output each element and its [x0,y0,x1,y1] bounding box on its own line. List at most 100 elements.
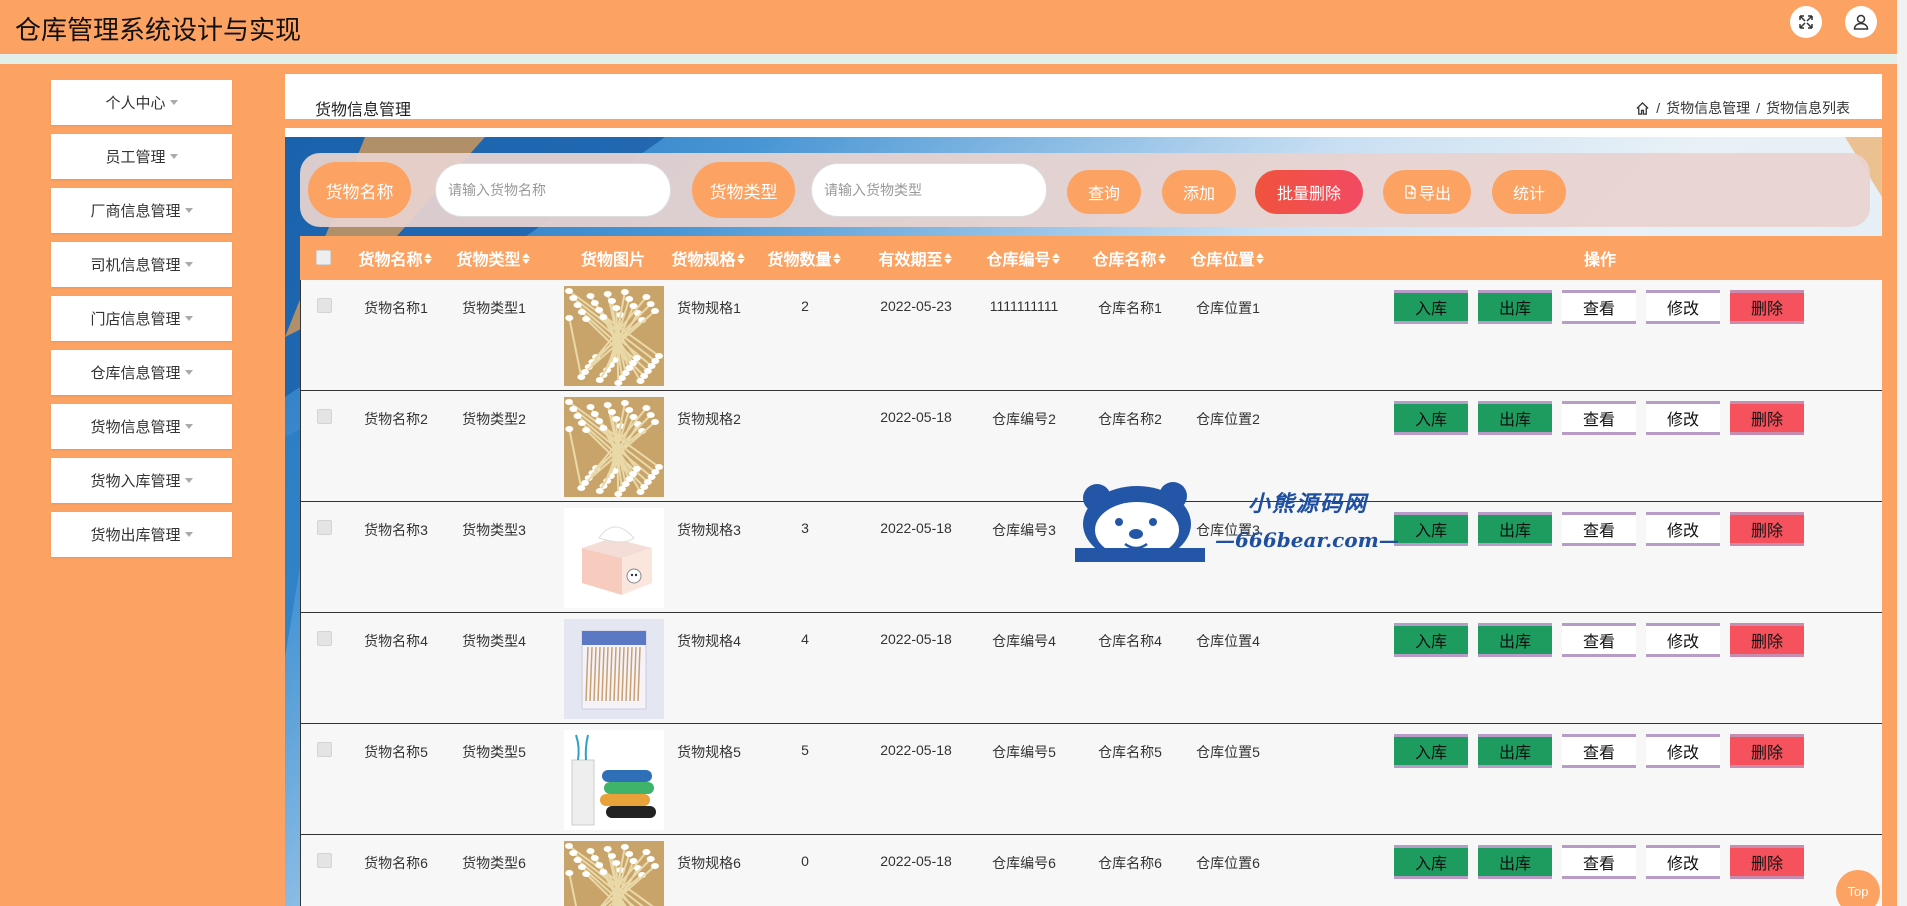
stock-in-button[interactable]: 入库 [1394,734,1468,768]
sidebar-item[interactable]: 门店信息管理 [51,296,232,341]
column-header-expiry[interactable]: 有效期至 [865,236,965,280]
cell-wh-no: 仓库编号4 [992,633,1056,649]
column-header-name[interactable]: 货物名称 [350,236,440,280]
breadcrumb-item[interactable]: 货物信息管理 [1666,98,1750,118]
export-button[interactable]: 导出 [1383,170,1471,214]
breadcrumb-separator: / [1656,100,1661,116]
row-checkbox[interactable] [317,520,332,535]
cell-expiry: 2022-05-18 [880,853,952,869]
caret-down-icon [169,100,178,105]
view-button[interactable]: 查看 [1562,290,1636,324]
fullscreen-button[interactable] [1790,6,1822,38]
sidebar-item[interactable]: 员工管理 [51,134,232,179]
back-to-top-button[interactable]: Top [1836,870,1880,906]
stock-out-button[interactable]: 出库 [1478,845,1552,879]
row-checkbox[interactable] [317,298,332,313]
user-button[interactable] [1845,6,1877,38]
edit-button[interactable]: 修改 [1646,512,1720,546]
delete-button[interactable]: 删除 [1730,734,1804,768]
sort-icon[interactable] [832,252,841,264]
goods-image[interactable] [564,841,664,906]
cell-spec: 货物规格3 [677,522,741,538]
column-header-spec[interactable]: 货物规格 [658,236,758,280]
sort-icon[interactable] [1255,252,1264,264]
sidebar-item[interactable]: 货物信息管理 [51,404,232,449]
stock-in-button[interactable]: 入库 [1394,845,1468,879]
stock-out-button[interactable]: 出库 [1478,401,1552,435]
edit-button[interactable]: 修改 [1646,734,1720,768]
goods-type-input[interactable] [811,163,1047,217]
column-header-warehouse-no[interactable]: 仓库编号 [973,236,1073,280]
row-checkbox[interactable] [317,409,332,424]
delete-button[interactable]: 删除 [1730,512,1804,546]
edit-button[interactable]: 修改 [1646,623,1720,657]
column-header-warehouse-name[interactable]: 仓库名称 [1080,236,1178,280]
select-all-checkbox[interactable] [316,250,331,265]
cell-type: 货物类型1 [462,300,526,316]
goods-image[interactable] [564,508,664,608]
sort-icon[interactable] [1051,252,1060,264]
column-header-type[interactable]: 货物类型 [448,236,538,280]
caret-down-icon [169,154,178,159]
column-header-qty[interactable]: 货物数量 [755,236,853,280]
goods-image[interactable] [564,286,664,386]
goods-name-input[interactable] [435,163,671,217]
stock-in-button[interactable]: 入库 [1394,512,1468,546]
view-button[interactable]: 查看 [1562,401,1636,435]
stock-out-button[interactable]: 出库 [1478,512,1552,546]
query-button[interactable]: 查询 [1067,170,1141,214]
breadcrumb: / 货物信息管理 / 货物信息列表 [1635,98,1850,118]
row-checkbox[interactable] [317,853,332,868]
edit-button[interactable]: 修改 [1646,845,1720,879]
column-header-warehouse-location[interactable]: 仓库位置 [1178,236,1276,280]
sidebar-item[interactable]: 货物出库管理 [51,512,232,557]
delete-button[interactable]: 删除 [1730,401,1804,435]
table-row: 货物名称4 货物类型4 货物规格4 4 2022-05-18 仓库编号4 仓库名称4 仓库位置… [300,613,1882,724]
delete-button[interactable]: 删除 [1730,290,1804,324]
goods-image[interactable] [564,397,664,497]
sort-icon[interactable] [423,252,432,264]
edit-button[interactable]: 修改 [1646,290,1720,324]
home-icon[interactable] [1635,101,1650,116]
stock-in-button[interactable]: 入库 [1394,623,1468,657]
user-icon [1853,14,1869,30]
sidebar-item[interactable]: 司机信息管理 [51,242,232,287]
stock-out-button[interactable]: 出库 [1478,623,1552,657]
cell-name: 货物名称6 [364,855,428,871]
stock-in-button[interactable]: 入库 [1394,290,1468,324]
view-button[interactable]: 查看 [1562,734,1636,768]
fullscreen-icon [1799,15,1813,29]
sidebar-item-label: 厂商信息管理 [90,203,181,220]
delete-button[interactable]: 删除 [1730,623,1804,657]
row-checkbox[interactable] [317,631,332,646]
view-button[interactable]: 查看 [1562,623,1636,657]
row-checkbox[interactable] [317,742,332,757]
add-button[interactable]: 添加 [1162,170,1236,214]
edit-button[interactable]: 修改 [1646,401,1720,435]
cell-wh-no: 仓库编号6 [992,855,1056,871]
table-row: 货物名称2 货物类型2 货物规格2 2022-05-18 仓库编号2 仓库名称2 仓库位置2… [300,391,1882,502]
cell-spec: 货物规格5 [677,744,741,760]
stats-button[interactable]: 统计 [1492,170,1566,214]
goods-table: 货物名称 货物类型 货物图片 货物规格 货物数量 有效期至 仓库编号 仓库名称 … [300,236,1882,906]
stock-out-button[interactable]: 出库 [1478,290,1552,324]
sidebar-item[interactable]: 厂商信息管理 [51,188,232,233]
sidebar-item-label: 司机信息管理 [90,257,181,274]
batch-delete-button[interactable]: 批量删除 [1255,170,1363,214]
goods-image[interactable] [564,619,664,719]
sort-icon[interactable] [1157,252,1166,264]
view-button[interactable]: 查看 [1562,512,1636,546]
sidebar-item[interactable]: 个人中心 [51,80,232,125]
view-button[interactable]: 查看 [1562,845,1636,879]
delete-button[interactable]: 删除 [1730,845,1804,879]
sort-icon[interactable] [943,252,952,264]
sidebar-item[interactable]: 货物入库管理 [51,458,232,503]
goods-image[interactable] [564,730,664,830]
stock-out-button[interactable]: 出库 [1478,734,1552,768]
sort-icon[interactable] [521,252,530,264]
breadcrumb-item-current: 货物信息列表 [1766,100,1850,116]
sort-icon[interactable] [736,252,745,264]
sidebar-item[interactable]: 仓库信息管理 [51,350,232,395]
page-scrollbar[interactable] [1897,0,1907,906]
stock-in-button[interactable]: 入库 [1394,401,1468,435]
